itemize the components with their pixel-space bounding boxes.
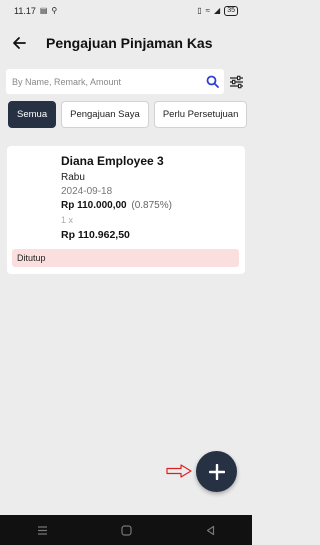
plus-icon — [208, 463, 225, 480]
wifi-icon: ≈ — [205, 6, 211, 15]
key-icon: ⚲ — [51, 6, 58, 15]
system-nav-bar — [0, 515, 252, 545]
vibrate-icon: ▯ — [197, 6, 202, 15]
recent-apps-button[interactable] — [30, 518, 54, 542]
page-title: Pengajuan Pinjaman Kas — [46, 35, 213, 51]
notification-icon: ▤ — [39, 6, 48, 15]
filter-button[interactable] — [226, 69, 246, 94]
status-time: 11.17 — [14, 6, 36, 16]
menu-icon — [37, 525, 47, 535]
amount-line: Rp 110.000,00 (0.875%) — [61, 199, 172, 213]
triangle-back-icon — [206, 525, 214, 535]
tab-semua[interactable]: Semua — [8, 101, 57, 128]
interest-rate: (0.875%) — [131, 200, 172, 211]
back-nav-button[interactable] — [198, 518, 222, 542]
search-input[interactable] — [12, 76, 205, 87]
arrow-right-icon — [166, 464, 192, 478]
request-date: 2024-09-18 — [61, 186, 113, 197]
home-icon — [120, 524, 132, 536]
battery-icon: 35 — [224, 6, 238, 16]
back-button[interactable] — [8, 32, 30, 54]
home-button[interactable] — [114, 518, 138, 542]
tab-perlu-persetujuan[interactable]: Perlu Persetujuan — [153, 101, 248, 128]
add-request-button[interactable] — [196, 451, 237, 492]
status-badge: Ditutup — [12, 249, 239, 267]
app-bar: Pengajuan Pinjaman Kas — [0, 24, 252, 62]
card-body: Diana Employee 3 Rabu 2024-09-18 Rp 110.… — [61, 154, 172, 242]
total-amount: Rp 110.962,50 — [61, 229, 130, 241]
arrow-left-icon — [13, 37, 26, 49]
status-bar-left: 11.17 ▤ ⚲ — [14, 6, 57, 16]
loan-request-card[interactable]: Diana Employee 3 Rabu 2024-09-18 Rp 110.… — [7, 146, 245, 274]
filter-tabs: Semua Pengajuan Saya Perlu Persetujuan — [8, 101, 248, 128]
tab-pengajuan-saya[interactable]: Pengajuan Saya — [61, 101, 149, 128]
search-icon[interactable] — [204, 74, 220, 90]
employee-name: Diana Employee 3 — [61, 154, 164, 168]
search-row — [6, 69, 246, 94]
sliders-icon — [229, 75, 243, 88]
signal-icon: ◢ — [214, 6, 221, 15]
installment-count: 1 x — [61, 215, 74, 225]
status-bar-right: ▯ ≈ ◢ 35 — [197, 6, 238, 16]
loan-amount: Rp 110.000,00 — [61, 200, 127, 211]
request-day: Rabu — [61, 172, 85, 183]
status-bar: 11.17 ▤ ⚲ ▯ ≈ ◢ 35 — [0, 0, 252, 22]
search-box[interactable] — [6, 69, 225, 94]
